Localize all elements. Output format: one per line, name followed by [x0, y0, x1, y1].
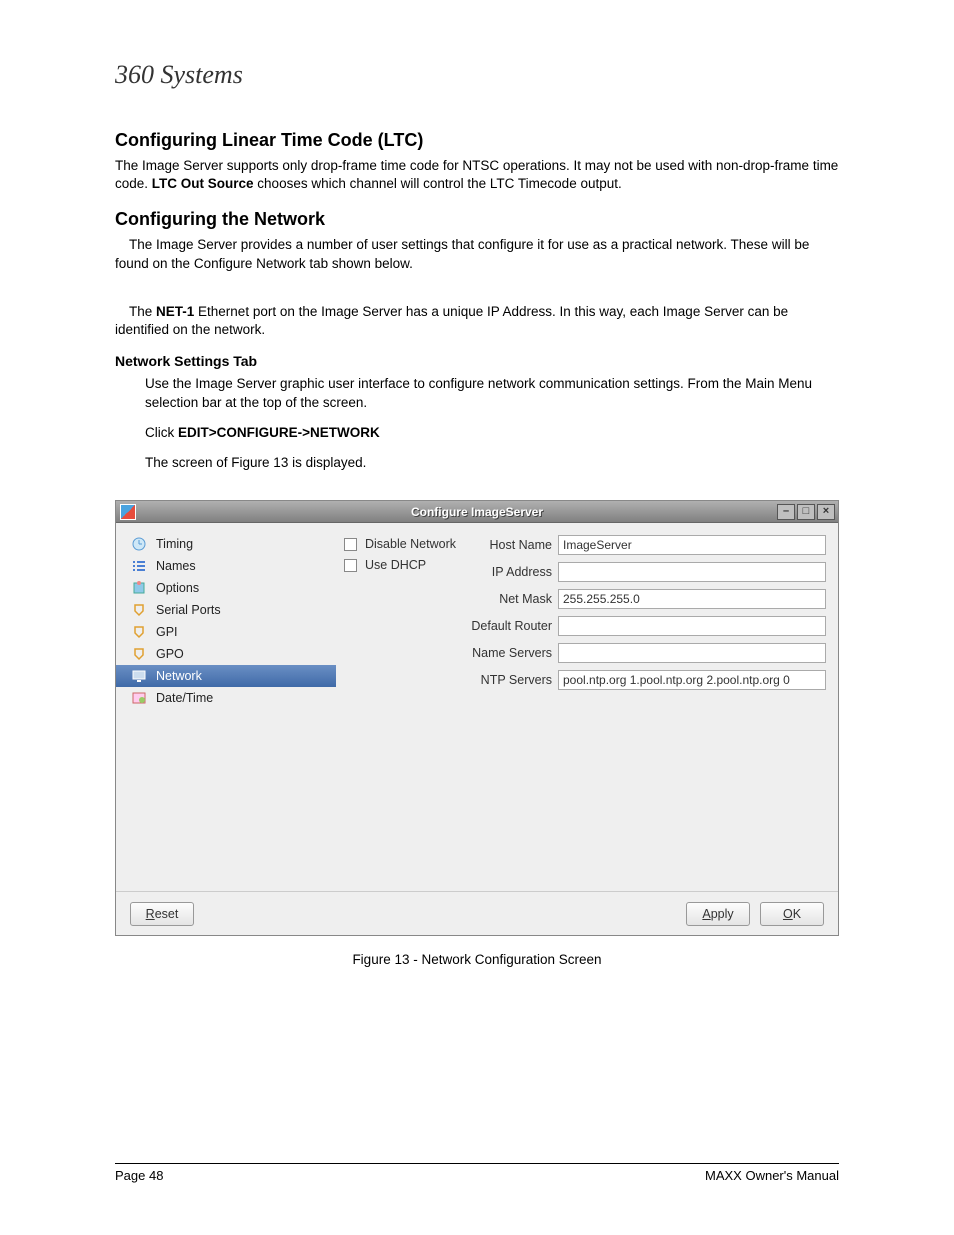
maximize-button[interactable]: □: [797, 504, 815, 520]
heading-ltc: Configuring Linear Time Code (LTC): [115, 130, 839, 151]
para-net-2: The NET-1 Ethernet port on the Image Ser…: [115, 303, 839, 339]
ntp-servers-input[interactable]: pool.ntp.org 1.pool.ntp.org 2.pool.ntp.o…: [558, 670, 826, 690]
para-nettab-1: Use the Image Server graphic user interf…: [145, 375, 839, 411]
sidebar-item-gpi[interactable]: GPI: [116, 621, 336, 643]
gpi-icon: [130, 624, 148, 640]
figure-caption: Figure 13 - Network Configuration Screen: [115, 952, 839, 967]
text-bold: LTC Out Source: [152, 176, 254, 191]
puzzle-icon: [130, 580, 148, 596]
brand-logo: 360 Systems: [115, 60, 839, 90]
disable-network-checkbox[interactable]: [344, 538, 357, 551]
text-bold: EDIT>CONFIGURE->NETWORK: [178, 425, 380, 440]
close-button[interactable]: ×: [817, 504, 835, 520]
name-servers-input[interactable]: [558, 643, 826, 663]
configure-dialog: Configure ImageServer – □ × Timing Names: [115, 500, 839, 936]
btn-label: K: [793, 907, 801, 921]
list-icon: [130, 558, 148, 574]
ip-address-label: IP Address: [492, 565, 552, 579]
text: Click: [145, 425, 178, 440]
sidebar-item-network[interactable]: Network: [116, 665, 336, 687]
sidebar-item-label: Date/Time: [156, 691, 213, 705]
para-nettab-2: The screen of Figure 13 is displayed.: [145, 454, 839, 472]
net-mask-input[interactable]: 255.255.255.0: [558, 589, 826, 609]
ip-address-input[interactable]: [558, 562, 826, 582]
text: The: [129, 304, 156, 319]
monitor-icon: [130, 668, 148, 684]
disable-network-label: Disable Network: [365, 537, 456, 551]
text: Ethernet port on the Image Server has a …: [115, 304, 788, 337]
window-title: Configure ImageServer: [116, 505, 838, 519]
sidebar-item-label: GPO: [156, 647, 184, 661]
apply-button[interactable]: Apply: [686, 902, 750, 926]
page-footer: Page 48 MAXX Owner's Manual: [115, 1163, 839, 1183]
serial-icon: [130, 602, 148, 618]
text-bold: NET-1: [156, 304, 194, 319]
calendar-icon: [130, 690, 148, 706]
default-router-label: Default Router: [471, 619, 552, 633]
para-nettab-click: Click EDIT>CONFIGURE->NETWORK: [145, 424, 839, 442]
sidebar-item-names[interactable]: Names: [116, 555, 336, 577]
use-dhcp-label: Use DHCP: [365, 558, 426, 572]
use-dhcp-checkbox[interactable]: [344, 559, 357, 572]
para-net-1: The Image Server provides a number of us…: [115, 236, 839, 272]
text: chooses which channel will control the L…: [254, 176, 622, 191]
sidebar-item-gpo[interactable]: GPO: [116, 643, 336, 665]
sidebar-item-label: GPI: [156, 625, 178, 639]
net-mask-label: Net Mask: [499, 592, 552, 606]
clock-icon: [130, 536, 148, 552]
titlebar[interactable]: Configure ImageServer – □ ×: [116, 501, 838, 523]
reset-button[interactable]: Reset: [130, 902, 194, 926]
sidebar-item-label: Network: [156, 669, 202, 683]
btn-label: pply: [711, 907, 734, 921]
btn-label: eset: [155, 907, 179, 921]
sidebar-item-timing[interactable]: Timing: [116, 533, 336, 555]
ntp-servers-label: NTP Servers: [481, 673, 552, 687]
host-name-label: Host Name: [489, 538, 552, 552]
name-servers-label: Name Servers: [472, 646, 552, 660]
sidebar-item-datetime[interactable]: Date/Time: [116, 687, 336, 709]
page-number: Page 48: [115, 1168, 163, 1183]
dialog-content: Disable Network Use DHCP Host Name Image…: [336, 523, 838, 891]
sidebar-item-label: Options: [156, 581, 199, 595]
para-ltc: The Image Server supports only drop-fram…: [115, 157, 839, 193]
minimize-button[interactable]: –: [777, 504, 795, 520]
sidebar-item-label: Names: [156, 559, 196, 573]
host-name-input[interactable]: ImageServer: [558, 535, 826, 555]
sidebar-item-label: Serial Ports: [156, 603, 221, 617]
heading-network: Configuring the Network: [115, 209, 839, 230]
sidebar-item-options[interactable]: Options: [116, 577, 336, 599]
default-router-input[interactable]: [558, 616, 826, 636]
gpo-icon: [130, 646, 148, 662]
subheading-network-tab: Network Settings Tab: [115, 353, 839, 369]
sidebar: Timing Names Options Serial Ports: [116, 523, 336, 891]
sidebar-item-label: Timing: [156, 537, 193, 551]
manual-title: MAXX Owner's Manual: [705, 1168, 839, 1183]
ok-button[interactable]: OK: [760, 902, 824, 926]
sidebar-item-serial[interactable]: Serial Ports: [116, 599, 336, 621]
